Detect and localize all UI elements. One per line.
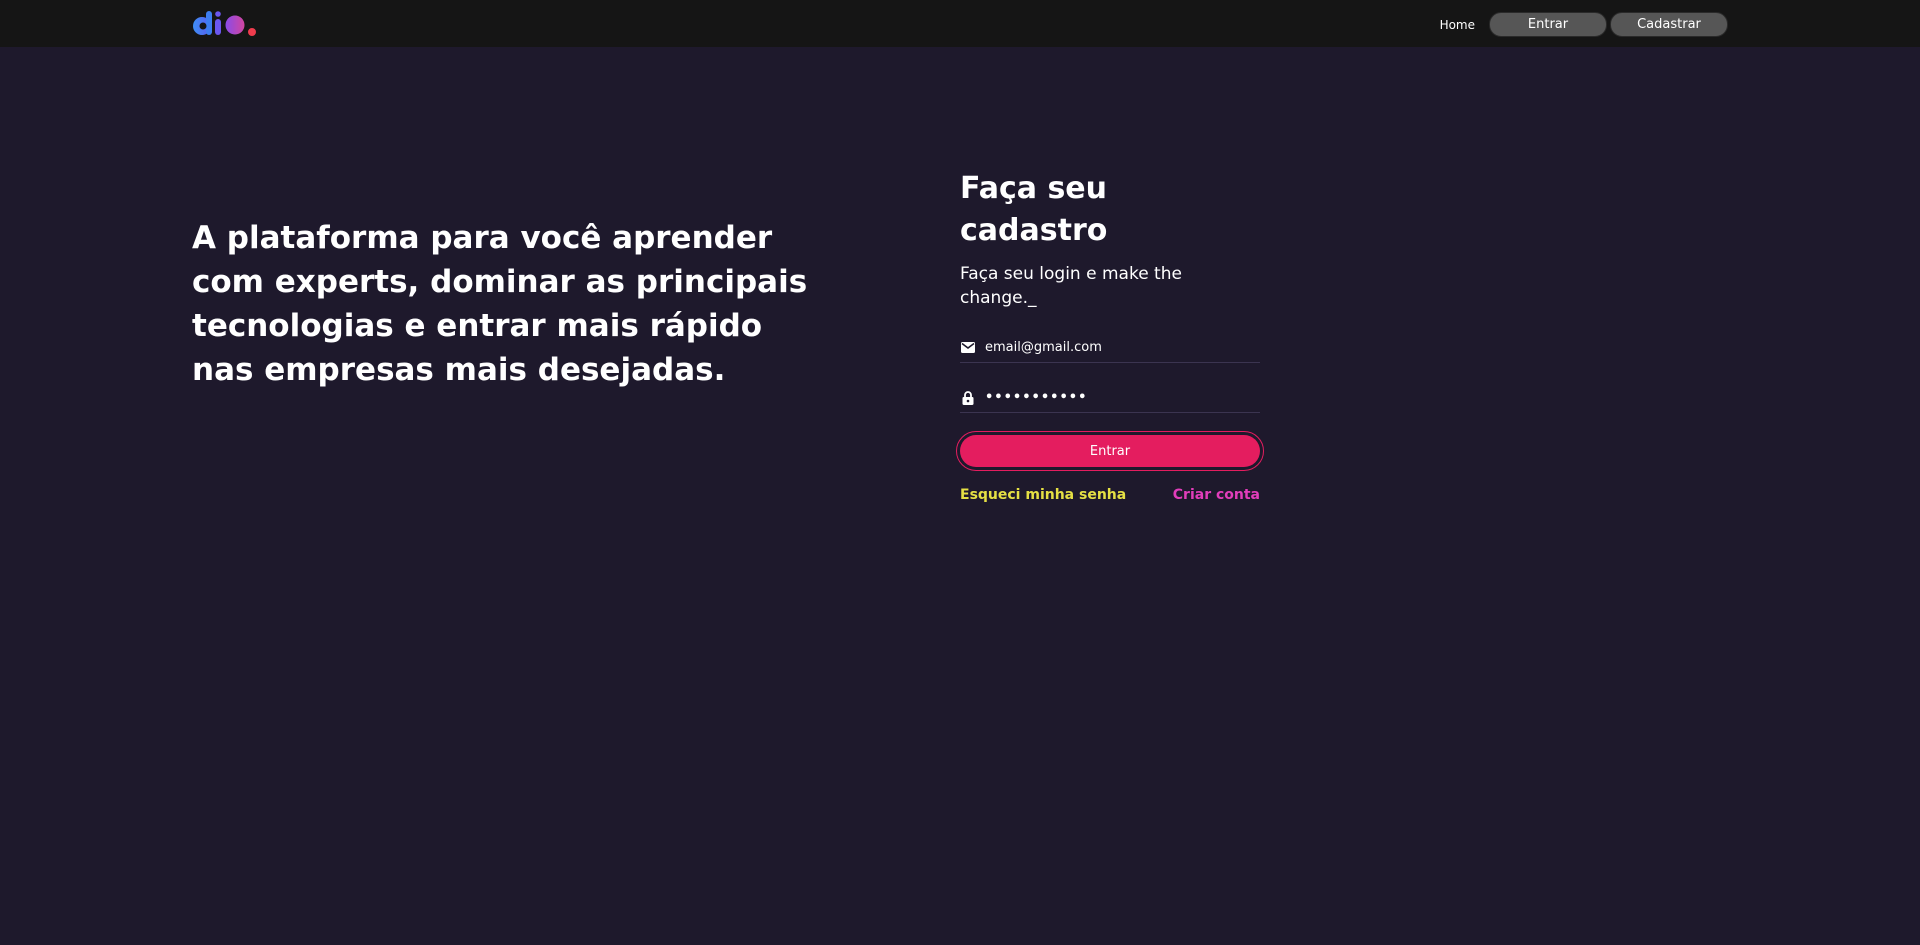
email-field-wrapper bbox=[960, 333, 1260, 363]
lock-icon bbox=[960, 390, 976, 406]
nav-signup-button[interactable]: Cadastrar bbox=[1610, 12, 1728, 37]
form-title: Faça seu cadastro bbox=[960, 171, 1108, 248]
mail-icon bbox=[960, 340, 976, 356]
top-header: Home Entrar Cadastrar bbox=[0, 0, 1920, 47]
create-account-link[interactable]: Criar conta bbox=[1173, 487, 1260, 503]
nav-home-link[interactable]: Home bbox=[1440, 18, 1475, 32]
password-input[interactable] bbox=[985, 390, 1260, 405]
submit-button-outline: Entrar bbox=[956, 431, 1264, 471]
email-input[interactable] bbox=[985, 340, 1260, 355]
forgot-password-link[interactable]: Esqueci minha senha bbox=[960, 487, 1126, 503]
submit-login-button[interactable]: Entrar bbox=[960, 435, 1260, 467]
hero-headline: A plataforma para você aprender com expe… bbox=[192, 220, 808, 388]
signup-form: Faça seu cadastro Faça seu login e make … bbox=[956, 168, 1264, 503]
password-field-wrapper bbox=[960, 383, 1260, 413]
nav-login-button[interactable]: Entrar bbox=[1489, 12, 1607, 37]
form-subtitle: Faça seu login e make the change._ bbox=[960, 264, 1182, 308]
form-links: Esqueci minha senha Criar conta bbox=[960, 487, 1260, 503]
dio-logo[interactable] bbox=[192, 11, 258, 37]
main-nav: Home Entrar Cadastrar bbox=[1440, 12, 1728, 37]
